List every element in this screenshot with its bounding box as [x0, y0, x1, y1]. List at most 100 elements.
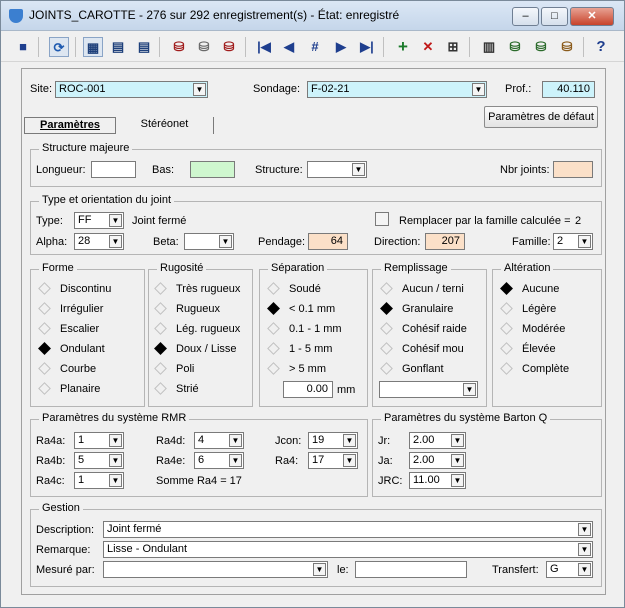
separation-value-field[interactable]: 0.00 [283, 381, 333, 398]
ra4a-select[interactable]: 1 ▼ [74, 432, 124, 449]
type-orientation-title: Type et orientation du joint [39, 194, 175, 206]
chevron-down-icon[interactable]: ▼ [313, 563, 326, 576]
remarque-select[interactable]: Lisse - Ondulant ▼ [103, 541, 593, 558]
db-stack2-icon[interactable]: ⛁ [531, 37, 551, 57]
jrc-value: 11.00 [413, 474, 440, 486]
chevron-down-icon[interactable]: ▼ [229, 454, 242, 467]
maximize-button[interactable]: □ [541, 7, 568, 26]
ra4d-select[interactable]: 4 ▼ [194, 432, 244, 449]
bas-field[interactable] [190, 161, 235, 178]
toolbar-separator [38, 37, 39, 57]
longueur-field[interactable] [91, 161, 136, 178]
goto-record-icon[interactable]: # [305, 37, 325, 57]
chevron-down-icon[interactable]: ▼ [578, 523, 591, 536]
chevron-down-icon[interactable]: ▼ [472, 83, 485, 96]
ra4e-select[interactable]: 6 ▼ [194, 452, 244, 469]
site-select[interactable]: ROC-001 ▼ [55, 81, 208, 98]
chevron-down-icon[interactable]: ▼ [343, 434, 356, 447]
nbr-joints-field[interactable] [553, 161, 593, 178]
ja-select[interactable]: 2.00 ▼ [409, 452, 466, 469]
prof-label: Prof.: [505, 83, 532, 95]
replace-family-checkbox[interactable] [375, 212, 389, 226]
ja-value: 2.00 [413, 454, 435, 466]
app-shield-icon [9, 9, 23, 23]
list-view-icon[interactable]: ▤ [134, 37, 154, 57]
structure-title: Structure majeure [39, 142, 133, 154]
direction-field[interactable]: 207 [425, 233, 465, 250]
replace-family-value: 2 [575, 215, 582, 227]
ra4c-select[interactable]: 1 ▼ [74, 472, 124, 489]
table-view-icon[interactable]: ▤ [108, 37, 128, 57]
description-select[interactable]: Joint fermé ▼ [103, 521, 593, 538]
chevron-down-icon[interactable]: ▼ [219, 235, 232, 248]
type-label: Type: [36, 215, 63, 227]
chevron-down-icon[interactable]: ▼ [578, 563, 591, 576]
pendage-field[interactable]: 64 [308, 233, 348, 250]
date-field[interactable] [355, 561, 467, 578]
jr-label: Jr: [378, 435, 391, 447]
famille-select[interactable]: 2 ▼ [553, 233, 593, 250]
chevron-down-icon[interactable]: ▼ [109, 434, 122, 447]
chevron-down-icon[interactable]: ▼ [229, 434, 242, 447]
chevron-down-icon[interactable]: ▼ [578, 235, 591, 248]
tab-stereonet[interactable]: Stéréonet [116, 117, 214, 134]
add-record-icon[interactable]: + [393, 37, 413, 57]
minimize-button[interactable]: – [512, 7, 539, 26]
remplissage-select[interactable]: ▼ [379, 381, 478, 398]
chevron-down-icon[interactable]: ▼ [109, 235, 122, 248]
separation-option-label: 1 - 5 mm [289, 343, 333, 355]
ra4-select[interactable]: 17 ▼ [308, 452, 358, 469]
jr-select[interactable]: 2.00 ▼ [409, 432, 466, 449]
delete-db-icon[interactable]: ⛁ [169, 37, 189, 57]
transfert-select[interactable]: G ▼ [546, 561, 593, 578]
save-icon[interactable]: ■ [13, 37, 33, 57]
chevron-down-icon[interactable]: ▼ [451, 474, 464, 487]
first-record-icon[interactable]: |◀ [254, 37, 274, 57]
toolbar-separator [583, 37, 584, 57]
chevron-down-icon[interactable]: ▼ [463, 383, 476, 396]
form-view-icon[interactable]: ▦ [83, 37, 103, 57]
forme-option-label: Courbe [60, 363, 97, 375]
alpha-select[interactable]: 28 ▼ [74, 233, 124, 250]
chevron-down-icon[interactable]: ▼ [193, 83, 206, 96]
ra4e-value: 6 [198, 454, 205, 466]
ra4b-select[interactable]: 5 ▼ [74, 452, 124, 469]
chevron-down-icon[interactable]: ▼ [109, 454, 122, 467]
alpha-label: Alpha: [36, 236, 68, 248]
chevron-down-icon[interactable]: ▼ [578, 543, 591, 556]
structure-select[interactable]: ▼ [307, 161, 367, 178]
book-icon[interactable]: ▥ [479, 37, 499, 57]
separation-option-label: < 0.1 mm [289, 303, 336, 315]
chevron-down-icon[interactable]: ▼ [343, 454, 356, 467]
chevron-down-icon[interactable]: ▼ [109, 214, 122, 227]
rugosite-option-label: Lég. rugueux [176, 323, 241, 335]
beta-select[interactable]: ▼ [184, 233, 234, 250]
db-stack-icon[interactable]: ⛁ [505, 37, 525, 57]
mesure-par-select[interactable]: ▼ [103, 561, 328, 578]
chevron-down-icon[interactable]: ▼ [109, 474, 122, 487]
help-icon[interactable]: ? [591, 37, 611, 57]
db-doc-icon[interactable]: ⛁ [557, 37, 577, 57]
toolbar-separator [245, 37, 246, 57]
delete-record-icon[interactable]: ✕ [418, 37, 438, 57]
type-select[interactable]: FF ▼ [74, 212, 124, 229]
nbr-joints-label: Nbr joints: [500, 164, 550, 176]
refresh-icon[interactable]: ⟳ [49, 37, 69, 57]
prof-field[interactable]: 40.110 [542, 81, 595, 98]
chevron-down-icon[interactable]: ▼ [451, 454, 464, 467]
last-record-icon[interactable]: ▶| [357, 37, 377, 57]
prev-record-icon[interactable]: ◀ [279, 37, 299, 57]
close-button[interactable]: ✕ [570, 7, 614, 26]
copy-db-icon[interactable]: ⛁ [194, 37, 214, 57]
default-params-button[interactable]: Paramètres de défaut [484, 106, 598, 128]
delete-record-db-icon[interactable]: ⛁ [219, 37, 239, 57]
jrc-select[interactable]: 11.00 ▼ [409, 472, 466, 489]
tree-icon[interactable]: ⊞ [443, 37, 463, 57]
next-record-icon[interactable]: ▶ [331, 37, 351, 57]
remplissage-option-label: Cohésif raide [402, 323, 467, 335]
jcon-select[interactable]: 19 ▼ [308, 432, 358, 449]
tab-parametres[interactable]: Paramètres [24, 117, 116, 134]
chevron-down-icon[interactable]: ▼ [352, 163, 365, 176]
sondage-select[interactable]: F-02-21 ▼ [307, 81, 487, 98]
chevron-down-icon[interactable]: ▼ [451, 434, 464, 447]
